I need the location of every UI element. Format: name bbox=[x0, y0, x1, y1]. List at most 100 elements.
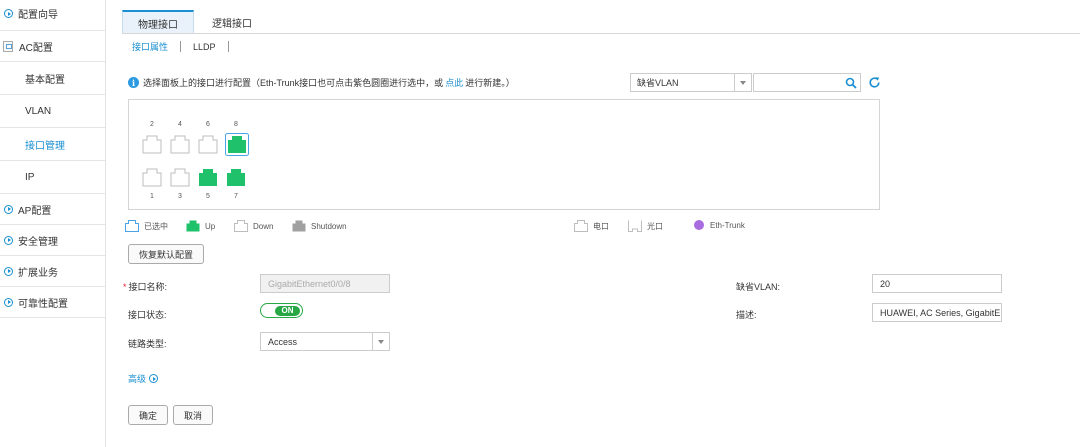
port-name-label: * 接口名称: bbox=[123, 280, 167, 293]
subtab-lldp[interactable]: LLDP bbox=[193, 42, 216, 52]
port-number: 1 bbox=[150, 193, 154, 200]
legend-label: Eth-Trunk bbox=[710, 220, 745, 230]
port-6-electrical-icon[interactable] bbox=[198, 135, 218, 154]
port-number: 5 bbox=[206, 193, 210, 200]
description-input[interactable]: HUAWEI, AC Series, GigabitE bbox=[872, 303, 1002, 322]
tab-logical-interface[interactable]: 逻辑接口 bbox=[194, 10, 270, 34]
eth-trunk-dot-icon bbox=[694, 220, 704, 230]
sidebar-item-interface-management[interactable]: 接口管理 bbox=[0, 128, 105, 161]
chevron-down-icon[interactable] bbox=[734, 74, 751, 91]
restore-default-button[interactable]: 恢复默认配置 bbox=[128, 244, 204, 264]
description-label: 描述: bbox=[736, 310, 757, 320]
instruction-hint: i 选择面板上的接口进行配置（Eth-Trunk接口也可点击紫色圆圈进行选中，或… bbox=[128, 76, 515, 89]
tab-bar: 物理接口 逻辑接口 bbox=[122, 10, 270, 34]
legend-optical: 光口 bbox=[628, 220, 663, 232]
legend-shutdown: Shutdown bbox=[292, 220, 347, 232]
ok-button[interactable]: 确定 bbox=[128, 405, 168, 425]
port-7-up-icon[interactable] bbox=[226, 168, 246, 187]
vlan-filter-value: 缺省VLAN bbox=[637, 78, 679, 88]
search-input[interactable] bbox=[753, 73, 861, 92]
down-port-icon bbox=[234, 220, 248, 232]
link-type-select[interactable]: Access bbox=[260, 332, 390, 351]
sidebar-item-basic-config[interactable]: 基本配置 bbox=[0, 62, 105, 95]
link-type-value: Access bbox=[268, 336, 298, 347]
port-3-electrical-icon[interactable] bbox=[170, 168, 190, 187]
port-number: 2 bbox=[150, 121, 154, 128]
shutdown-port-icon bbox=[292, 220, 306, 232]
legend-electrical: 电口 bbox=[574, 220, 609, 232]
port-5-up-icon[interactable] bbox=[198, 168, 218, 187]
sidebar-item-config-wizard[interactable]: 配置向导 bbox=[0, 0, 105, 31]
subtab-port-attributes[interactable]: 接口属性 bbox=[132, 40, 168, 53]
port-number: 4 bbox=[178, 121, 182, 128]
port-panel: 2 4 6 8 1 3 5 7 bbox=[128, 99, 880, 210]
chevron-down-icon[interactable] bbox=[372, 333, 389, 350]
expand-circle-icon bbox=[149, 374, 159, 383]
sidebar-item-label: IP bbox=[25, 171, 35, 183]
expand-circle-icon bbox=[4, 266, 13, 276]
toggle-on-label: ON bbox=[275, 305, 300, 316]
optical-port-icon bbox=[628, 220, 642, 232]
sidebar-item-ac-config[interactable]: AC配置 bbox=[0, 31, 105, 62]
sidebar-item-extended-services[interactable]: 扩展业务 bbox=[0, 256, 105, 287]
sidebar: 配置向导 AC配置 基本配置 VLAN 接口管理 IP AP配置 安全管理 扩展… bbox=[0, 0, 106, 447]
electrical-port-icon bbox=[574, 220, 588, 232]
sidebar-item-label: 基本配置 bbox=[25, 74, 65, 86]
link-type-label: 链路类型: bbox=[128, 339, 167, 349]
sidebar-item-ip[interactable]: IP bbox=[0, 161, 105, 194]
port-1-electrical-icon[interactable] bbox=[142, 168, 162, 187]
sidebar-item-label: VLAN bbox=[25, 105, 52, 117]
legend-label: Shutdown bbox=[311, 221, 347, 231]
default-vlan-input[interactable]: 20 bbox=[872, 274, 1002, 293]
selected-port-icon bbox=[125, 220, 139, 232]
expand-circle-icon bbox=[4, 297, 13, 307]
legend-label: Down bbox=[253, 221, 274, 231]
subtab-separator bbox=[227, 41, 229, 52]
subtab-separator bbox=[180, 41, 182, 52]
tab-divider bbox=[122, 33, 1080, 34]
sidebar-item-label: AC配置 bbox=[19, 42, 53, 54]
hint-text-end: 进行新建。） bbox=[465, 78, 515, 88]
sidebar-item-security[interactable]: 安全管理 bbox=[0, 225, 105, 256]
legend-eth-trunk: Eth-Trunk bbox=[694, 220, 745, 230]
sidebar-item-ap-config[interactable]: AP配置 bbox=[0, 194, 105, 225]
sidebar-item-reliability[interactable]: 可靠性配置 bbox=[0, 287, 105, 318]
legend-down: Down bbox=[234, 220, 273, 232]
port-status-toggle[interactable]: ON bbox=[260, 303, 303, 318]
sidebar-item-label: 可靠性配置 bbox=[18, 298, 68, 310]
sidebar-item-label: 扩展业务 bbox=[18, 267, 58, 279]
legend-selected: 已选中 bbox=[125, 220, 168, 232]
legend-label: 光口 bbox=[647, 221, 663, 231]
legend-label: 已选中 bbox=[144, 221, 168, 231]
port-number: 7 bbox=[234, 193, 238, 200]
port-name-field: GigabitEthernet0/0/8 bbox=[260, 274, 390, 293]
sidebar-item-vlan[interactable]: VLAN bbox=[0, 95, 105, 128]
hint-text: 选择面板上的接口进行配置（Eth-Trunk接口也可点击紫色圆圈进行选中，或 bbox=[143, 78, 444, 88]
info-icon: i bbox=[128, 77, 139, 88]
expand-circle-icon bbox=[4, 9, 13, 18]
port-status-label: 接口状态: bbox=[128, 310, 167, 320]
required-asterisk-icon: * bbox=[123, 282, 127, 292]
default-vlan-label: 缺省VLAN: bbox=[736, 282, 781, 292]
create-eth-trunk-link[interactable]: 点此 bbox=[445, 76, 463, 89]
search-icon[interactable] bbox=[845, 77, 857, 89]
port-number: 6 bbox=[206, 121, 210, 128]
advanced-label: 高级 bbox=[128, 374, 147, 384]
main-content: 物理接口 逻辑接口 接口属性 LLDP i 选择面板上的接口进行配置（Eth-T… bbox=[106, 0, 1080, 447]
cancel-button[interactable]: 取消 bbox=[173, 405, 213, 425]
sidebar-item-label: 接口管理 bbox=[25, 140, 65, 152]
port-4-electrical-icon[interactable] bbox=[170, 135, 190, 154]
legend-label: Up bbox=[205, 221, 216, 231]
port-8-selected-up-icon[interactable] bbox=[225, 133, 249, 156]
port-name-label-text: 接口名称: bbox=[128, 282, 168, 292]
expand-circle-icon bbox=[4, 235, 13, 245]
legend-label: 电口 bbox=[593, 221, 609, 231]
vlan-filter-select[interactable]: 缺省VLAN bbox=[630, 73, 752, 92]
refresh-icon[interactable] bbox=[868, 76, 881, 89]
legend-up: Up bbox=[186, 220, 215, 232]
sidebar-item-label: 安全管理 bbox=[18, 236, 58, 248]
port-2-electrical-icon[interactable] bbox=[142, 135, 162, 154]
tab-physical-interface[interactable]: 物理接口 bbox=[122, 10, 194, 34]
advanced-toggle[interactable]: 高级 bbox=[128, 372, 159, 385]
expand-circle-icon bbox=[4, 204, 13, 214]
